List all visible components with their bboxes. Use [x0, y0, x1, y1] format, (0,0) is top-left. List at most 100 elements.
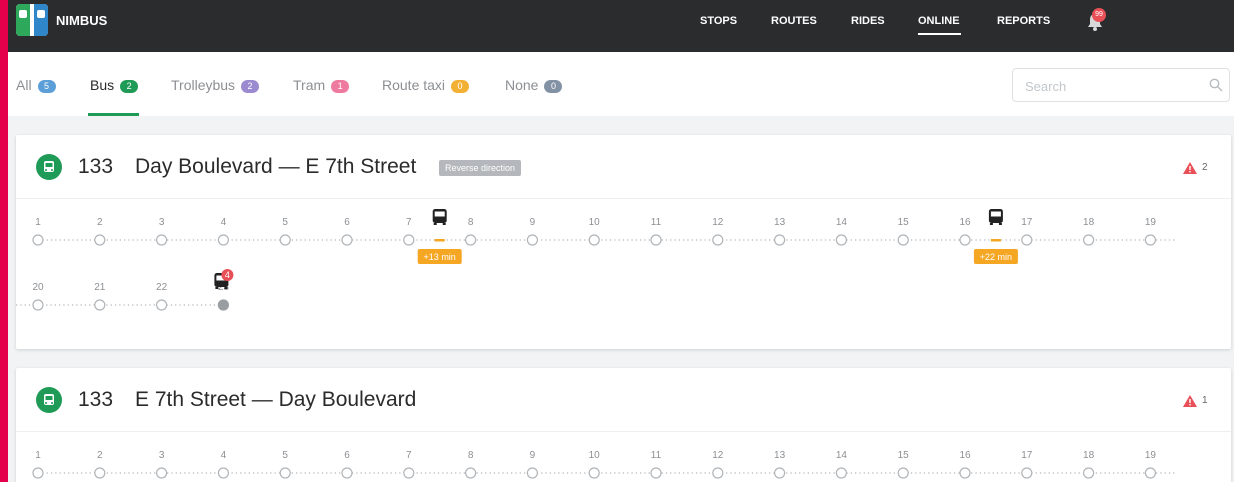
- search-icon[interactable]: [1209, 78, 1223, 92]
- stop-number-label: 12: [712, 217, 724, 228]
- stop-marker: [465, 234, 477, 246]
- route-card-header[interactable]: 133 E 7th Street — Day Boulevard 1: [16, 368, 1231, 432]
- tab-label: Tram: [293, 77, 326, 93]
- route-card: 133 Day Boulevard — E 7th Street Reverse…: [16, 135, 1231, 349]
- stop-number-label: 3: [159, 450, 165, 461]
- bus-window: [434, 211, 445, 217]
- stop-marker: [156, 234, 168, 246]
- bus-wheel: [433, 223, 437, 225]
- tab-tram[interactable]: Tram 1: [293, 77, 350, 93]
- stop-number-label: 21: [94, 282, 106, 293]
- stop-marker: [94, 234, 106, 246]
- nav-rides[interactable]: RIDES: [851, 15, 885, 27]
- bus-wheel: [442, 223, 446, 225]
- bus-wheel: [989, 223, 993, 225]
- tab-none[interactable]: None 0: [505, 77, 563, 93]
- stop-number-label: 4: [221, 217, 227, 228]
- count-badge: 2: [241, 80, 260, 93]
- stop-number-label: 8: [468, 217, 474, 228]
- stop-number-label: 6: [344, 450, 350, 461]
- bus-position-marker: [434, 239, 445, 242]
- bus-route-icon: [36, 154, 62, 180]
- count-badge: 2: [120, 80, 139, 93]
- stop-number-label: 14: [836, 217, 848, 228]
- active-tab-underline: [88, 113, 139, 116]
- stop-marker: [94, 467, 106, 479]
- stop-number-label: 2: [97, 450, 103, 461]
- stop-marker: [279, 467, 291, 479]
- stop-marker: [897, 467, 909, 479]
- count-badge: 0: [544, 80, 563, 93]
- stop-marker: [341, 467, 353, 479]
- nimbus-logo[interactable]: [16, 4, 48, 36]
- stop-number-label: 19: [1145, 450, 1157, 461]
- nav-active-underline: [918, 33, 961, 35]
- stop-marker: [959, 467, 971, 479]
- stop-marker: [835, 234, 848, 246]
- alert-count: 2: [1202, 162, 1208, 173]
- stop-marker: [712, 234, 724, 246]
- left-edge-strip: [0, 0, 8, 482]
- tab-label: All: [16, 77, 32, 93]
- stop-marker: [1144, 467, 1157, 479]
- terminal-alert-count: 4: [225, 270, 230, 280]
- stop-marker: [897, 234, 909, 246]
- tab-route-taxi[interactable]: Route taxi 0: [382, 77, 470, 93]
- stop-number-label: 20: [32, 282, 44, 293]
- nav-reports[interactable]: REPORTS: [997, 15, 1050, 27]
- stop-marker: [403, 467, 415, 479]
- stop-number-label: 1: [35, 450, 41, 461]
- stop-marker: [1021, 467, 1033, 479]
- route-card: 133 E 7th Street — Day Boulevard 1 12345…: [16, 368, 1231, 482]
- stop-marker: [1144, 234, 1157, 246]
- stop-number-label: 4: [221, 450, 227, 461]
- route-card-header[interactable]: 133 Day Boulevard — E 7th Street Reverse…: [16, 135, 1231, 199]
- stop-marker: [588, 234, 600, 246]
- stop-marker: [1082, 467, 1095, 479]
- tab-all[interactable]: All 5: [16, 77, 56, 93]
- stop-number-label: 15: [898, 450, 910, 461]
- stop-marker: [341, 234, 353, 246]
- stop-number-label: 17: [1021, 217, 1033, 228]
- bus-route-icon: [36, 387, 62, 413]
- bus-vehicle-icon: [988, 209, 1003, 225]
- alert-count: 1: [1202, 395, 1208, 406]
- tab-bus[interactable]: Bus 2: [90, 77, 139, 93]
- stop-number-label: 3: [159, 217, 165, 228]
- stop-marker: [94, 299, 106, 311]
- stop-number-label: 12: [712, 450, 724, 461]
- bus-wheel: [998, 223, 1002, 225]
- stop-number-label: 9: [530, 450, 536, 461]
- stop-number-label: 11: [651, 217, 662, 228]
- route-name: E 7th Street — Day Boulevard: [135, 388, 417, 411]
- stop-number-label: 8: [468, 450, 474, 461]
- stop-number-label: 18: [1083, 217, 1095, 228]
- route-stops-diagram: 1 2 3 4 5 6 7 8 9 10 11 12 13 14 15 16 17 18 19: [32, 450, 1177, 479]
- stop-number-label: 2: [97, 217, 103, 228]
- terminal-stop-marker: [217, 299, 229, 311]
- bus-window: [990, 211, 1001, 217]
- notification-badge: 99: [1092, 8, 1106, 22]
- stop-number-label: 11: [651, 450, 662, 461]
- brand-name: NIMBUS: [56, 13, 108, 28]
- stop-marker: [712, 467, 724, 479]
- search-input[interactable]: Search: [1012, 68, 1230, 102]
- nav-online[interactable]: ONLINE: [918, 15, 960, 27]
- nav-routes[interactable]: ROUTES: [771, 15, 817, 27]
- stop-number-label: 9: [530, 217, 536, 228]
- reverse-direction-badge: Reverse direction: [439, 160, 522, 176]
- tab-label: Route taxi: [382, 77, 446, 93]
- tab-label: None: [505, 77, 539, 93]
- stop-marker: [156, 299, 168, 311]
- stop-number-label: 10: [589, 217, 601, 228]
- stop-marker: [32, 299, 44, 311]
- warning-icon: [1183, 395, 1197, 407]
- stop-marker: [773, 234, 786, 246]
- stop-marker: [1021, 234, 1033, 246]
- stop-marker: [650, 234, 662, 246]
- search-placeholder: Search: [1025, 79, 1067, 94]
- tab-trolleybus[interactable]: Trolleybus 2: [171, 77, 260, 93]
- count-badge: 1: [331, 80, 350, 93]
- nav-stops[interactable]: STOPS: [700, 15, 737, 27]
- stop-marker: [588, 467, 600, 479]
